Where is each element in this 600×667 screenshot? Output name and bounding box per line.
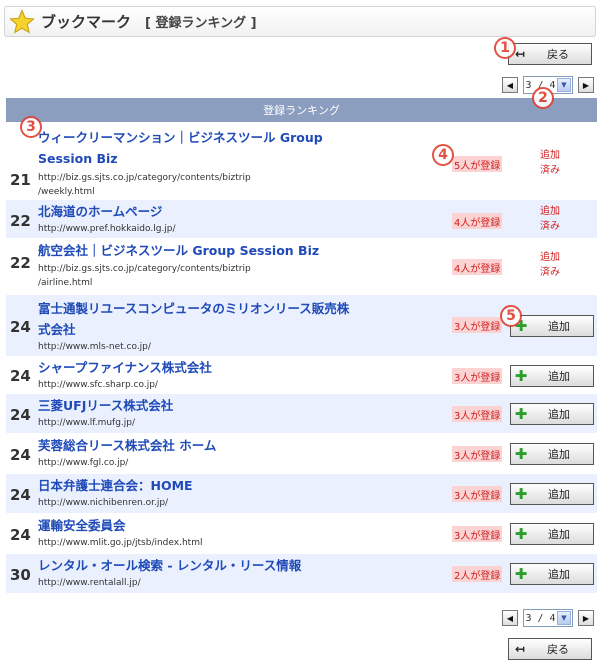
- register-count-badge: 4人が登録: [452, 213, 503, 229]
- plus-icon: ✚: [514, 405, 528, 423]
- rank-number: 21: [10, 171, 31, 189]
- annotation-marker-5: 5: [500, 305, 522, 327]
- back-button-bottom[interactable]: ↤ 戻る: [508, 638, 592, 660]
- annotation-marker-1: 1: [494, 37, 516, 59]
- plus-icon: ✚: [514, 445, 528, 463]
- bookmark-title-link[interactable]: ウィークリーマンション｜ビジネスツール Group Session Biz: [38, 127, 323, 169]
- bookmark-title-link[interactable]: 航空会社｜ビジネスツール Group Session Biz: [38, 240, 319, 261]
- register-count-badge: 3人が登録: [452, 486, 503, 502]
- rank-number: 24: [10, 318, 31, 336]
- register-count-badge: 3人が登録: [452, 526, 503, 542]
- register-count-badge: 3人が登録: [452, 406, 503, 422]
- table-row: レンタル・オール検索 - レンタル・リース情報 http://www.renta…: [6, 554, 597, 594]
- bookmark-url: http://www.pref.hokkaido.lg.jp/: [38, 224, 176, 234]
- register-count-badge: 3人が登録: [452, 368, 503, 384]
- annotation-marker-3: 3: [20, 116, 42, 138]
- prev-page-button[interactable]: ◀: [502, 77, 518, 93]
- rank-number: 22: [10, 212, 31, 230]
- already-added-status: 追加 済み: [540, 206, 560, 232]
- bookmark-url: http://biz.gs.sjts.co.jp/category/conten…: [38, 173, 251, 197]
- add-bookmark-button[interactable]: ✚ 追加: [510, 365, 594, 387]
- rank-number: 30: [10, 566, 31, 584]
- prev-page-button[interactable]: ◀: [502, 610, 518, 626]
- page-title: ブックマーク: [41, 13, 132, 31]
- table-row: 運輸安全委員会 http://www.mlit.go.jp/jtsb/index…: [6, 514, 597, 554]
- page-header: ブックマーク [ 登録ランキング ]: [4, 6, 596, 37]
- table-row: ウィークリーマンション｜ビジネスツール Group Session Biz htt…: [6, 123, 597, 200]
- plus-icon: ✚: [514, 485, 528, 503]
- table-row: 三菱UFJリース株式会社 http://www.lf.mufg.jp/ 24 3…: [6, 394, 597, 434]
- bookmark-title-link[interactable]: 日本弁護士連合会：HOME: [38, 475, 193, 496]
- register-count-badge: 4人が登録: [452, 259, 503, 275]
- add-bookmark-button[interactable]: ✚ 追加: [510, 443, 594, 465]
- register-count-badge: 5人が登録: [452, 156, 503, 172]
- register-count-badge: 2人が登録: [452, 566, 503, 582]
- bookmark-url: http://www.nichibenren.or.jp/: [38, 498, 169, 508]
- bookmark-url: http://www.mls-net.co.jp/: [38, 342, 151, 352]
- already-added-status: 追加 済み: [540, 252, 560, 278]
- bookmark-url: http://www.mlit.go.jp/jtsb/index.html: [38, 538, 203, 548]
- rank-number: 24: [10, 486, 31, 504]
- add-bookmark-button[interactable]: ✚ 追加: [510, 403, 594, 425]
- next-page-button[interactable]: ▶: [578, 610, 594, 626]
- table-row: 北海道のホームページ http://www.pref.hokkaido.lg.j…: [6, 200, 597, 239]
- ranking-list: ウィークリーマンション｜ビジネスツール Group Session Biz htt…: [6, 123, 597, 594]
- add-bookmark-button[interactable]: ✚ 追加: [510, 483, 594, 505]
- back-arrow-icon: ↤: [514, 642, 526, 656]
- star-icon: [9, 8, 35, 34]
- table-row: 芙蓉総合リース株式会社 ホーム http://www.fgl.co.jp/ 24…: [6, 434, 597, 474]
- rank-number: 24: [10, 367, 31, 385]
- bookmark-title-link[interactable]: 富士通製リユースコンピュータのミリオンリース販売株 式会社: [38, 298, 349, 340]
- register-count-badge: 3人が登録: [452, 446, 503, 462]
- bookmark-title-link[interactable]: 運輸安全委員会: [38, 515, 126, 536]
- table-row: 航空会社｜ビジネスツール Group Session Biz http://bi…: [6, 239, 597, 295]
- register-count-badge: 3人が登録: [452, 317, 503, 333]
- plus-icon: ✚: [514, 367, 528, 385]
- back-button-top[interactable]: ↤ 戻る: [508, 43, 592, 65]
- bookmark-title-link[interactable]: シャープファイナンス株式会社: [38, 357, 212, 378]
- bookmark-title-link[interactable]: レンタル・オール検索 - レンタル・リース情報: [38, 555, 301, 576]
- bookmark-title-link[interactable]: 芙蓉総合リース株式会社 ホーム: [38, 435, 216, 456]
- plus-icon: ✚: [514, 565, 528, 583]
- page-subtitle: [ 登録ランキング ]: [145, 16, 257, 31]
- table-row: 日本弁護士連合会：HOME http://www.nichibenren.or.…: [6, 474, 597, 514]
- table-row: シャープファイナンス株式会社 http://www.sfc.sharp.co.j…: [6, 357, 597, 394]
- rank-number: 24: [10, 526, 31, 544]
- add-bookmark-button[interactable]: ✚ 追加: [510, 315, 594, 337]
- bookmark-url: http://www.sfc.sharp.co.jp/: [38, 380, 158, 390]
- bookmark-title-link[interactable]: 三菱UFJリース株式会社: [38, 395, 173, 416]
- annotation-marker-4: 4: [432, 144, 454, 166]
- annotation-marker-2: 2: [532, 87, 554, 109]
- bookmark-url: http://biz.gs.sjts.co.jp/category/conten…: [38, 264, 251, 288]
- page-select[interactable]: 3 / 4 ▼: [523, 609, 573, 627]
- chevron-down-icon: ▼: [557, 611, 571, 625]
- add-bookmark-button[interactable]: ✚ 追加: [510, 523, 594, 545]
- rank-number: 24: [10, 446, 31, 464]
- chevron-down-icon: ▼: [557, 78, 571, 92]
- pager-bottom: ◀ 3 / 4 ▼ ▶: [502, 609, 594, 627]
- add-bookmark-button[interactable]: ✚ 追加: [510, 563, 594, 585]
- rank-number: 24: [10, 406, 31, 424]
- table-header: 登録ランキング: [6, 98, 597, 122]
- rank-number: 22: [10, 254, 31, 272]
- bookmark-url: http://www.rentalall.jp/: [38, 578, 141, 588]
- bookmark-url: http://www.fgl.co.jp/: [38, 458, 129, 468]
- bookmark-url: http://www.lf.mufg.jp/: [38, 418, 136, 428]
- bookmark-title-link[interactable]: 北海道のホームページ: [38, 201, 162, 222]
- already-added-status: 追加 済み: [540, 150, 560, 176]
- plus-icon: ✚: [514, 525, 528, 543]
- next-page-button[interactable]: ▶: [578, 77, 594, 93]
